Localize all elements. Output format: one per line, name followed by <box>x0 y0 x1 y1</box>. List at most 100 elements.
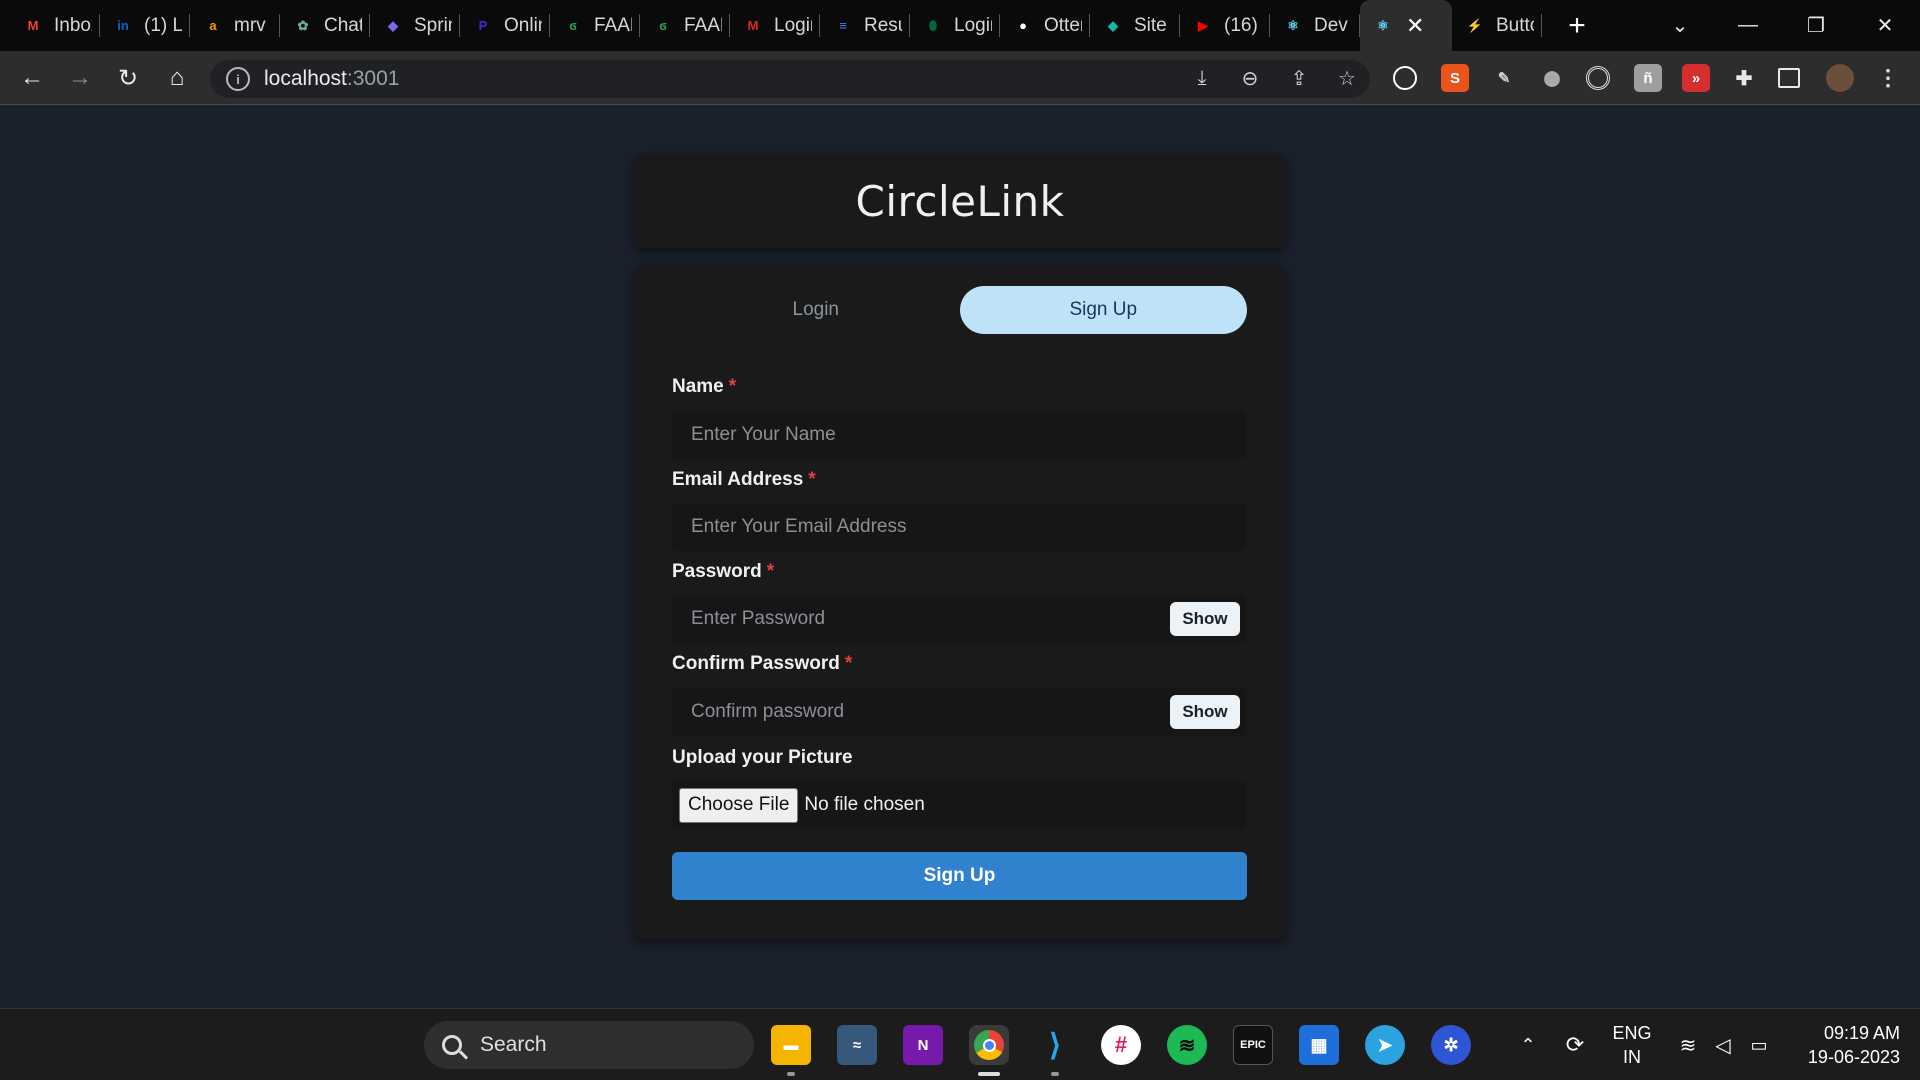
minimize-icon[interactable]: — <box>1718 0 1778 51</box>
window-close-icon[interactable]: ✕ <box>1855 0 1915 51</box>
language-indicator[interactable]: ENG IN <box>1610 1021 1654 1069</box>
share-icon[interactable]: ⇪ <box>1285 64 1313 92</box>
choose-file-button[interactable]: Choose File <box>679 787 799 823</box>
extension-target-icon[interactable] <box>1586 66 1610 90</box>
profile-avatar[interactable] <box>1826 64 1854 92</box>
chrome-taskbar-icon[interactable] <box>969 1025 1009 1065</box>
spotify-icon[interactable]: ≋ <box>1167 1025 1207 1065</box>
password-input[interactable] <box>691 608 1151 630</box>
telegram-icon[interactable]: ➤ <box>1365 1025 1405 1065</box>
tab-search-icon[interactable]: ⌄ <box>1650 0 1710 51</box>
browser-tab[interactable]: in (1) LinkedIn <box>100 0 190 51</box>
react-icon: ⚛ <box>1287 17 1299 33</box>
browser-tab[interactable]: P Online <box>460 0 550 51</box>
tab-title: Sprint <box>414 14 452 36</box>
vscode-icon[interactable]: ⟩ <box>1035 1025 1075 1065</box>
browser-tab-strip: M Inbox in (1) LinkedIn a mrv ✿ ChatGPT ◆ Sprint P… <box>0 0 1920 51</box>
browser-tab[interactable]: ⚛ Dev <box>1270 0 1360 51</box>
new-tab-button[interactable]: + <box>1562 9 1592 43</box>
leaf-icon: ϭ <box>659 18 667 33</box>
browser-tab[interactable]: M Login <box>730 0 820 51</box>
browser-tab[interactable]: ◆ Sprint <box>370 0 460 51</box>
browser-tab[interactable]: ◆ Site <box>1090 0 1180 51</box>
mega-icon: M <box>747 18 759 33</box>
confirm-password-field[interactable]: Show <box>672 688 1247 736</box>
password-show-button[interactable]: Show <box>1170 602 1240 636</box>
tab-login[interactable]: Login <box>672 286 960 334</box>
taskbar-clock[interactable]: 09:19 AM 19-06-2023 <box>1790 1021 1900 1069</box>
sync-icon[interactable]: ⟳ <box>1560 1009 1590 1080</box>
extension-speed-icon[interactable] <box>1393 66 1417 90</box>
forward-arrow-icon[interactable]: → <box>60 51 100 105</box>
windows-start-icon[interactable] <box>367 1026 405 1064</box>
taskbar-search[interactable]: Search <box>424 1021 754 1069</box>
tab-title: mrv <box>234 14 266 36</box>
mysql-workbench-icon[interactable]: ≈ <box>837 1025 877 1065</box>
signup-submit-button[interactable]: Sign Up <box>672 852 1247 900</box>
home-icon[interactable]: ⌂ <box>157 51 197 105</box>
confirm-password-label: Confirm Password * <box>672 653 852 675</box>
browser-tab[interactable]: ● Otter <box>1000 0 1090 51</box>
browser-tab[interactable]: a mrv <box>190 0 280 51</box>
browser-tab[interactable]: ϭ FAANG <box>640 0 730 51</box>
confirm-password-input[interactable] <box>691 701 1151 723</box>
address-port: :3001 <box>346 67 400 90</box>
install-app-icon[interactable]: ⤓ <box>1188 64 1216 92</box>
show-hidden-icons[interactable]: ⌃ <box>1513 1009 1543 1080</box>
extensions-puzzle-icon[interactable]: ✚ <box>1730 64 1758 92</box>
extension-grey-icon[interactable]: ñ <box>1634 64 1662 92</box>
password-field[interactable]: Show <box>672 595 1247 643</box>
restore-icon[interactable]: ❐ <box>1786 0 1846 51</box>
volume-icon[interactable]: ◁ <box>1708 1009 1738 1080</box>
youtube-icon: ▶ <box>1198 17 1208 33</box>
name-input[interactable] <box>691 424 1151 446</box>
extension-s-icon[interactable]: S <box>1441 64 1469 92</box>
tab-title: FAANG <box>594 14 632 36</box>
extension-location-icon[interactable]: ⬤ <box>1538 64 1566 92</box>
browser-toolbar: ← → ↻ ⌂ i localhost:3001 ⤓ ⊖ ⇪ ☆ S ✎ ⬤ ñ… <box>0 51 1920 105</box>
clickup-icon: ◆ <box>388 17 398 33</box>
epic-games-icon[interactable]: EPIC <box>1233 1025 1273 1065</box>
tab-title: Login <box>954 14 992 36</box>
app-icon[interactable]: ✲ <box>1431 1025 1471 1065</box>
required-marker: * <box>808 469 816 490</box>
reload-icon[interactable]: ↻ <box>108 51 148 105</box>
browser-tab[interactable]: ⚛ ✕ <box>1360 0 1452 51</box>
email-label-text: Email Address <box>672 469 804 490</box>
email-input[interactable] <box>691 516 1151 538</box>
calendar-icon[interactable]: ▦ <box>1299 1025 1339 1065</box>
file-explorer-icon[interactable]: ▬ <box>771 1025 811 1065</box>
extension-pen-icon[interactable]: ✎ <box>1490 64 1518 92</box>
back-arrow-icon[interactable]: ← <box>12 51 52 105</box>
extension-red-icon[interactable]: » <box>1682 64 1710 92</box>
taskbar-search-label: Search <box>480 1033 547 1056</box>
running-indicator <box>787 1072 795 1076</box>
tab-close-icon[interactable]: ✕ <box>1406 13 1424 39</box>
browser-tab[interactable]: ▶ (16) <box>1180 0 1270 51</box>
site-info-icon[interactable]: i <box>226 67 250 91</box>
side-panel-icon[interactable] <box>1778 68 1800 88</box>
browser-tab[interactable]: ≡ Resume <box>820 0 910 51</box>
browser-tab[interactable]: ϭ FAANG <box>550 0 640 51</box>
browser-menu-icon[interactable]: ⋮ <box>1874 64 1902 92</box>
name-label-text: Name <box>672 376 724 397</box>
browser-tab[interactable]: M Inbox <box>10 0 100 51</box>
react-icon: ⚛ <box>1377 17 1389 33</box>
tab-title: (1) LinkedIn <box>144 14 182 36</box>
bookmark-star-icon[interactable]: ☆ <box>1333 64 1361 92</box>
required-marker: * <box>728 376 737 397</box>
github-icon: ● <box>1019 18 1027 33</box>
onenote-icon[interactable]: N <box>903 1025 943 1065</box>
battery-icon[interactable]: ▭ <box>1744 1009 1774 1080</box>
browser-tab[interactable]: ⬮ Login <box>910 0 1000 51</box>
browser-tab[interactable]: ✿ ChatGPT <box>280 0 370 51</box>
confirm-password-show-button[interactable]: Show <box>1170 695 1240 729</box>
diamond-icon: ◆ <box>1108 17 1118 33</box>
name-field[interactable] <box>672 411 1247 459</box>
slack-icon[interactable]: # <box>1101 1025 1141 1065</box>
zoom-out-icon[interactable]: ⊖ <box>1236 64 1264 92</box>
browser-tab[interactable]: ⚡ Button <box>1452 0 1542 51</box>
wifi-icon[interactable]: ≋ <box>1673 1009 1703 1080</box>
tab-signup[interactable]: Sign Up <box>959 286 1247 334</box>
email-field[interactable] <box>672 503 1247 551</box>
